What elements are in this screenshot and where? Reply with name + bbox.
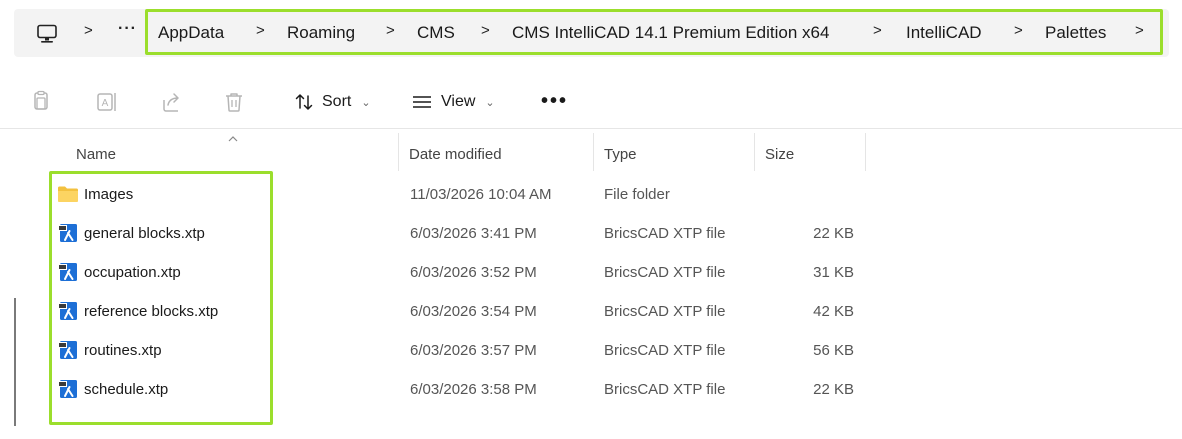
- file-row-routines[interactable]: routines.xtp 6/03/2026 3:57 PM BricsCAD …: [0, 332, 1182, 370]
- breadcrumb-item-cms-intellicad[interactable]: CMS IntelliCAD 14.1 Premium Edition x64: [512, 23, 829, 43]
- sort-button[interactable]: Sort ⌄: [294, 92, 371, 112]
- chevron-down-icon: ⌄: [485, 96, 495, 109]
- file-size: 42 KB: [813, 303, 854, 320]
- breadcrumb-separator[interactable]: >: [256, 22, 265, 39]
- share-icon[interactable]: [160, 90, 184, 114]
- svg-text:A: A: [102, 98, 109, 109]
- breadcrumb-separator[interactable]: >: [84, 22, 93, 39]
- column-header-type[interactable]: Type: [604, 146, 637, 163]
- file-date: 6/03/2026 3:52 PM: [410, 264, 537, 281]
- file-name: general blocks.xtp: [84, 225, 205, 242]
- toolbar-divider: [0, 128, 1182, 129]
- xtp-file-icon: [58, 302, 77, 320]
- file-name: occupation.xtp: [84, 264, 181, 281]
- breadcrumb-item-palettes[interactable]: Palettes: [1045, 23, 1106, 43]
- file-row-general-blocks[interactable]: general blocks.xtp 6/03/2026 3:41 PM Bri…: [0, 215, 1182, 253]
- view-icon: [413, 96, 431, 108]
- file-row-occupation[interactable]: occupation.xtp 6/03/2026 3:52 PM BricsCA…: [0, 254, 1182, 292]
- view-button[interactable]: View ⌄: [411, 92, 495, 112]
- breadcrumb-item-appdata[interactable]: AppData: [158, 23, 224, 43]
- file-name: routines.xtp: [84, 342, 162, 359]
- breadcrumb-overflow-button[interactable]: ···: [118, 20, 137, 38]
- column-divider[interactable]: [754, 133, 755, 171]
- file-type: BricsCAD XTP file: [604, 342, 726, 359]
- command-bar: A Sort ⌄ View ⌄ •••: [0, 80, 1182, 128]
- rename-icon[interactable]: A: [95, 90, 119, 114]
- file-name: schedule.xtp: [84, 381, 169, 398]
- file-type: BricsCAD XTP file: [604, 381, 726, 398]
- file-size: 56 KB: [813, 342, 854, 359]
- column-header-size[interactable]: Size: [765, 146, 794, 163]
- breadcrumb-item-cms[interactable]: CMS: [417, 23, 455, 43]
- breadcrumb-separator[interactable]: >: [873, 22, 882, 39]
- file-size: 31 KB: [813, 264, 854, 281]
- file-date: 6/03/2026 3:58 PM: [410, 381, 537, 398]
- column-header-date[interactable]: Date modified: [409, 146, 502, 163]
- file-row-schedule[interactable]: schedule.xtp 6/03/2026 3:58 PM BricsCAD …: [0, 371, 1182, 409]
- file-size: 22 KB: [813, 381, 854, 398]
- column-divider[interactable]: [398, 133, 399, 171]
- file-date: 6/03/2026 3:41 PM: [410, 225, 537, 242]
- xtp-file-icon: [58, 380, 77, 398]
- file-date: 6/03/2026 3:54 PM: [410, 303, 537, 320]
- file-date: 6/03/2026 3:57 PM: [410, 342, 537, 359]
- computer-icon[interactable]: [36, 24, 58, 44]
- xtp-file-icon: [58, 224, 77, 242]
- sort-label: Sort: [322, 93, 352, 110]
- file-type: BricsCAD XTP file: [604, 264, 726, 281]
- file-row-reference-blocks[interactable]: reference blocks.xtp 6/03/2026 3:54 PM B…: [0, 293, 1182, 331]
- xtp-file-icon: [58, 341, 77, 359]
- file-row-images[interactable]: Images 11/03/2026 10:04 AM File folder: [0, 176, 1182, 214]
- sort-ascending-icon: [228, 136, 238, 142]
- copy-icon[interactable]: [29, 90, 53, 114]
- file-name: reference blocks.xtp: [84, 303, 219, 320]
- file-type: BricsCAD XTP file: [604, 303, 726, 320]
- delete-icon[interactable]: [222, 90, 246, 114]
- more-options-button[interactable]: •••: [541, 90, 568, 113]
- breadcrumb-separator[interactable]: >: [386, 22, 395, 39]
- sort-icon: [295, 94, 313, 110]
- file-size: 22 KB: [813, 225, 854, 242]
- breadcrumb-separator[interactable]: >: [481, 22, 490, 39]
- file-date: 11/03/2026 10:04 AM: [410, 186, 552, 203]
- address-bar[interactable]: > ··· AppData > Roaming > CMS > CMS Inte…: [14, 9, 1169, 57]
- file-type: File folder: [604, 186, 670, 203]
- breadcrumb-separator[interactable]: >: [1014, 22, 1023, 39]
- xtp-file-icon: [58, 263, 77, 281]
- folder-icon: [58, 186, 78, 202]
- file-type: BricsCAD XTP file: [604, 225, 726, 242]
- column-divider[interactable]: [593, 133, 594, 171]
- view-label: View: [441, 93, 476, 110]
- file-name: Images: [84, 186, 134, 203]
- column-divider[interactable]: [865, 133, 866, 171]
- breadcrumb-separator[interactable]: >: [1135, 22, 1144, 39]
- chevron-down-icon: ⌄: [361, 96, 371, 109]
- breadcrumb-item-roaming[interactable]: Roaming: [287, 23, 355, 43]
- breadcrumb-item-intellicad[interactable]: IntelliCAD: [906, 23, 982, 43]
- column-header-name[interactable]: Name: [76, 146, 116, 163]
